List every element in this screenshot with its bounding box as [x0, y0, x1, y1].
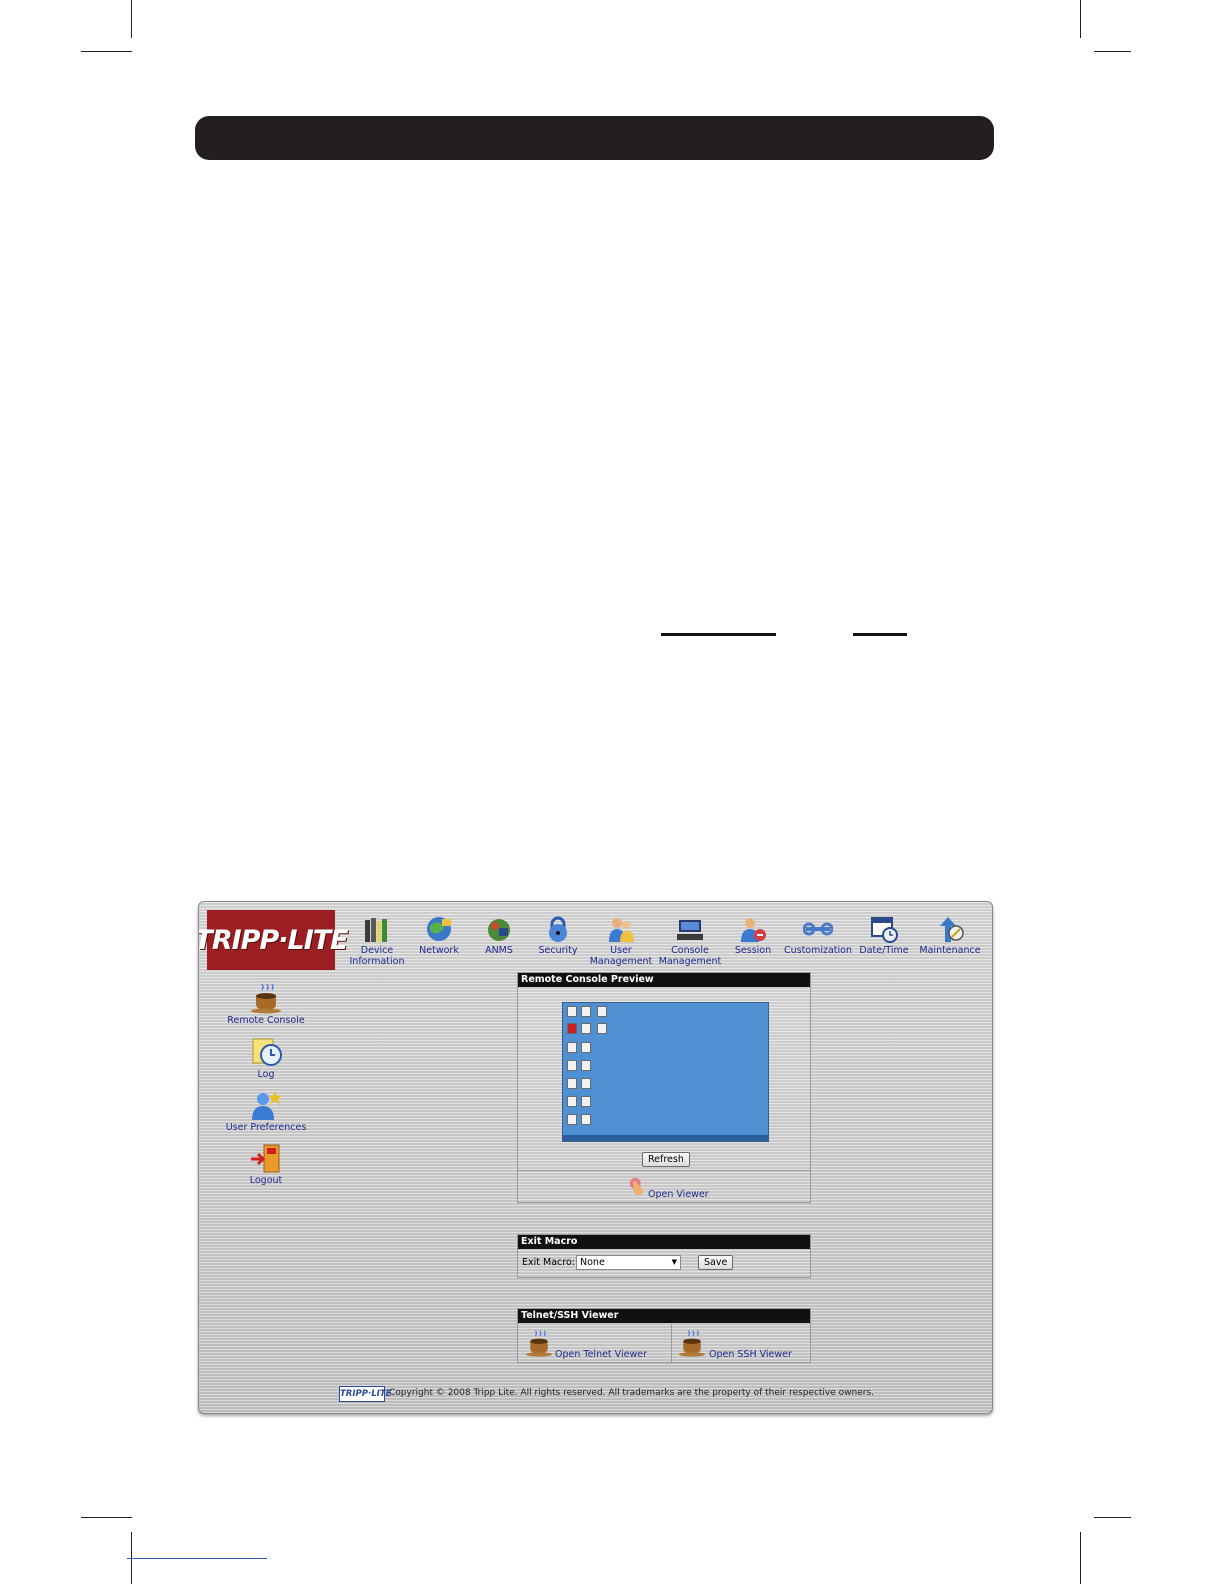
copyright-text: Copyright © 2008 Tripp Lite. All rights … — [389, 1388, 875, 1398]
wrench-icon — [803, 922, 833, 936]
nav-label: Security — [538, 945, 578, 956]
nav-label: Maintenance — [919, 945, 981, 956]
sidebar-item-label: Log — [257, 1069, 275, 1080]
sidebar-item-label: Remote Console — [227, 1015, 305, 1026]
crop-mark — [81, 51, 132, 52]
user-star-icon — [252, 1091, 282, 1120]
section-header-bar — [195, 116, 994, 160]
coffee-cup-icon — [525, 1330, 553, 1357]
exit-macro-label: Exit Macro: — [522, 1257, 575, 1268]
desktop-icon — [581, 1006, 591, 1017]
crop-mark — [1094, 51, 1131, 52]
remote-console-preview-panel: Remote Console Preview Refresh Open View… — [517, 972, 811, 1203]
desktop-icon — [567, 1078, 577, 1089]
exit-macro-panel: Exit Macro Exit Macro: None ▼ Save — [517, 1234, 811, 1278]
desktop-icon — [567, 1096, 577, 1107]
desktop-icon — [581, 1042, 591, 1053]
sidebar-item-label: User Preferences — [225, 1122, 307, 1133]
nav-customization[interactable]: Customization — [782, 914, 854, 957]
sidebar-item-remote-console[interactable]: Remote Console — [221, 982, 311, 1026]
open-telnet-viewer-link[interactable]: Open Telnet Viewer — [555, 1349, 647, 1360]
nav-label: Customization — [783, 945, 853, 956]
preview-taskbar — [563, 1135, 768, 1141]
preview-divider — [518, 1170, 810, 1171]
nav-label: Date/Time — [859, 945, 909, 956]
sidebar-item-log[interactable]: Log — [221, 1036, 311, 1080]
exit-macro-selected-value: None — [580, 1257, 605, 1268]
blank-line — [853, 633, 907, 636]
panel-title: Telnet/SSH Viewer — [518, 1309, 810, 1323]
log-clock-icon — [252, 1038, 282, 1066]
nav-label: User — [610, 945, 632, 956]
padlock-icon — [549, 916, 567, 942]
desktop-icon — [597, 1023, 607, 1034]
nav-date-time[interactable]: Date/Time — [848, 914, 920, 957]
desktop-icon — [581, 1060, 591, 1071]
footer-logo: TRIPP·LITE — [339, 1386, 391, 1402]
link-underline — [127, 1558, 267, 1559]
nav-label: Information — [349, 955, 405, 967]
anms-icon — [488, 919, 510, 941]
sidebar-item-logout[interactable]: Logout — [221, 1142, 311, 1186]
books-icon — [365, 918, 387, 942]
nav-console-management[interactable]: Console Management — [654, 914, 726, 967]
exit-door-icon — [251, 1144, 280, 1173]
desktop-icon — [567, 1023, 577, 1034]
sidebar-item-label: Logout — [249, 1175, 283, 1186]
console-icon — [677, 920, 703, 940]
maintenance-icon — [940, 917, 964, 942]
crop-mark — [1080, 1532, 1081, 1584]
desktop-icon — [581, 1023, 591, 1034]
desktop-icon — [567, 1060, 577, 1071]
globe-network-icon — [427, 917, 451, 941]
desktop-icon — [581, 1114, 591, 1125]
panel-title: Exit Macro — [518, 1235, 810, 1249]
nav-user-management[interactable]: User Management — [585, 914, 657, 967]
desktop-icon — [581, 1078, 591, 1089]
nav-maintenance[interactable]: Maintenance — [914, 914, 986, 957]
nav-label: Session — [734, 945, 772, 956]
nav-label: Management — [589, 955, 653, 967]
open-viewer-link[interactable]: Open Viewer — [648, 1189, 709, 1200]
crop-mark — [1094, 1517, 1131, 1518]
coffee-cup-icon — [251, 983, 281, 1014]
desktop-icon — [597, 1006, 607, 1017]
crop-mark — [131, 0, 132, 38]
session-icon — [741, 918, 766, 942]
coffee-cup-icon — [678, 1330, 706, 1357]
nav-security[interactable]: Security — [522, 914, 594, 957]
save-button[interactable]: Save — [698, 1255, 734, 1270]
nav-session[interactable]: Session — [717, 914, 789, 957]
desktop-icon — [567, 1006, 577, 1017]
calendar-clock-icon — [871, 917, 898, 943]
pointing-hand-icon — [629, 1177, 643, 1196]
users-icon — [609, 918, 634, 942]
open-ssh-viewer-link[interactable]: Open SSH Viewer — [709, 1349, 792, 1360]
telnet-ssh-viewer-panel: Telnet/SSH Viewer Open Telnet Viewer Ope… — [517, 1308, 811, 1363]
chevron-down-icon: ▼ — [671, 1258, 677, 1266]
crop-mark — [81, 1517, 132, 1518]
crop-mark — [1080, 0, 1081, 38]
tripp-lite-logo[interactable]: TRIPP·LITE — [199, 910, 349, 970]
nav-label: Management — [658, 955, 722, 967]
panel-title: Remote Console Preview — [518, 973, 810, 987]
refresh-button[interactable]: Refresh — [642, 1152, 690, 1167]
nav-label: Console — [671, 945, 709, 956]
console-preview-image[interactable] — [562, 1002, 769, 1142]
exit-macro-select[interactable]: None ▼ — [576, 1255, 681, 1270]
desktop-icon — [567, 1042, 577, 1053]
viewer-divider — [671, 1324, 672, 1362]
kvm-web-interface: TRIPP·LITE Device Information Network AN… — [198, 901, 993, 1414]
sidebar-item-user-preferences[interactable]: User Preferences — [221, 1089, 311, 1133]
desktop-icon — [581, 1096, 591, 1107]
desktop-icon — [567, 1114, 577, 1125]
blank-line — [661, 633, 776, 636]
